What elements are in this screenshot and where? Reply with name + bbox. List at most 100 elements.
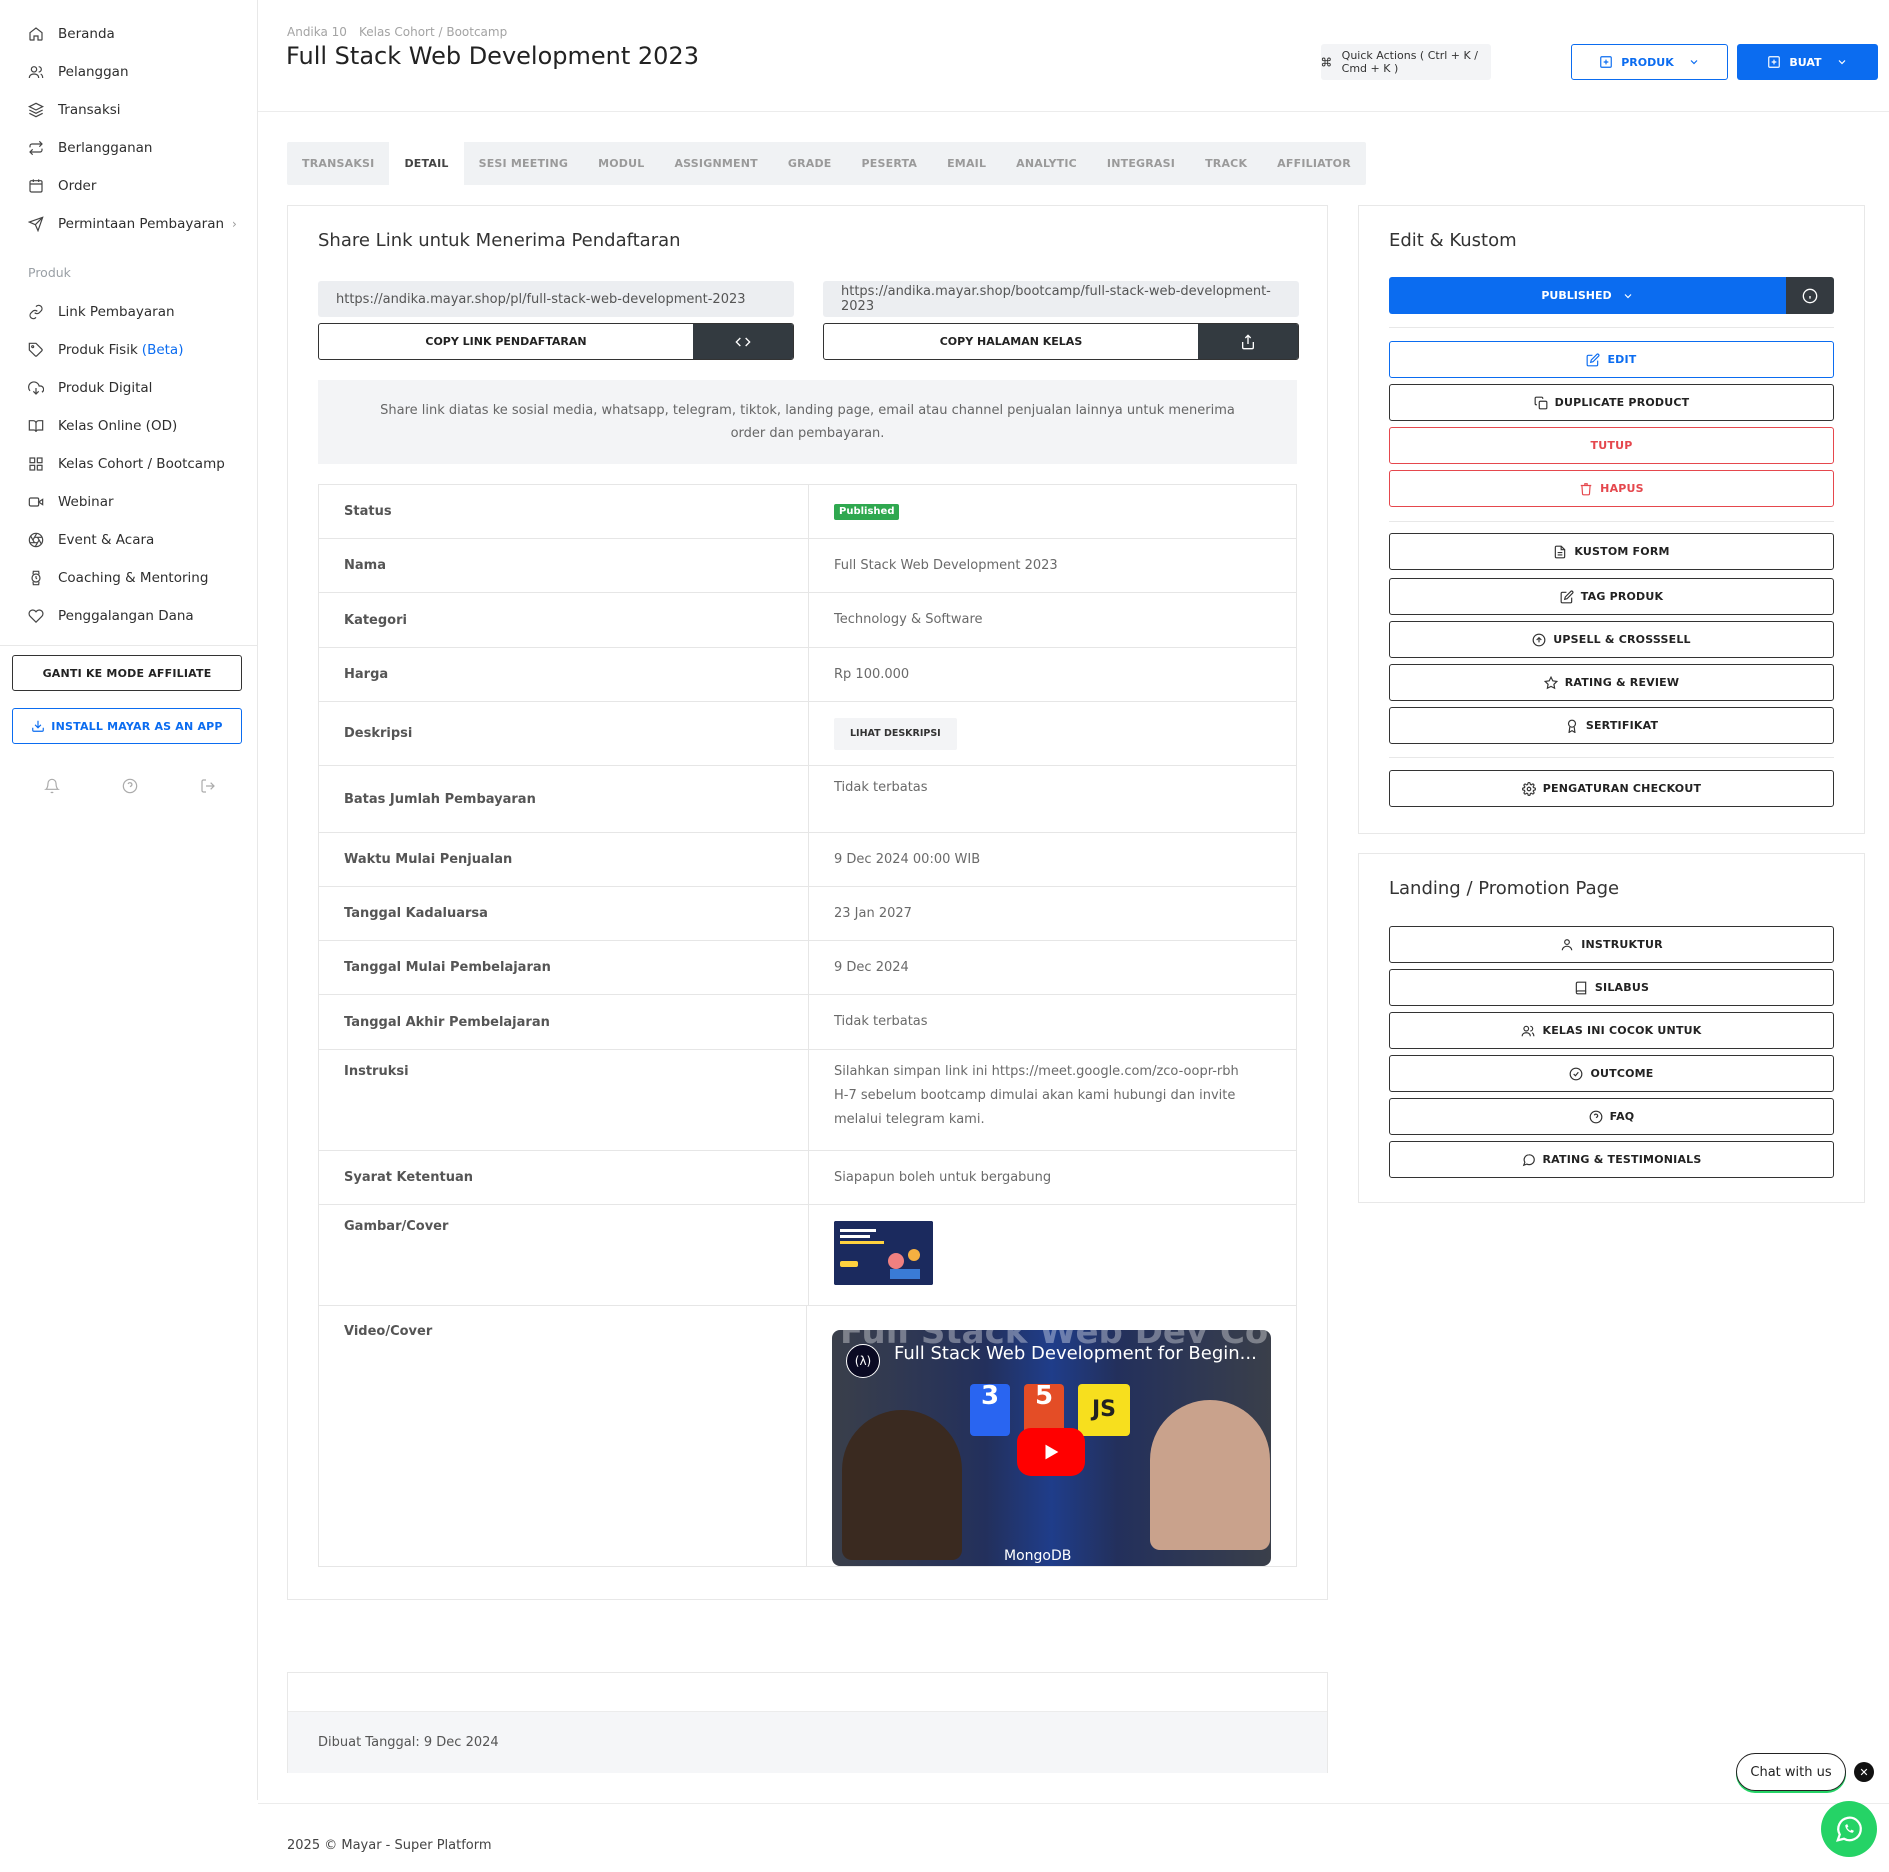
tab-modul[interactable]: MODUL [583,142,659,185]
bell-icon[interactable] [44,778,60,794]
pengaturan-checkout-button[interactable]: PENGATURAN CHECKOUT [1389,770,1834,807]
chat-with-us-button[interactable]: Chat with us [1736,1753,1846,1791]
silabus-button[interactable]: SILABUS [1389,969,1834,1006]
sidebar-item-kelas-online[interactable]: Kelas Online (OD) [28,414,177,438]
faq-button[interactable]: FAQ [1389,1098,1834,1135]
duplicate-product-button[interactable]: DUPLICATE PRODUCT [1389,384,1834,421]
tab-affiliator[interactable]: AFFILIATOR [1262,142,1366,185]
arrow-up-circle-icon [1532,633,1546,646]
breadcrumb-item[interactable]: Kelas Cohort / Bootcamp [359,25,507,39]
outcome-button[interactable]: OUTCOME [1389,1055,1834,1092]
produk-dropdown-button[interactable]: PRODUK [1571,44,1728,80]
link-icon [29,304,43,320]
home-icon [29,27,43,41]
sidebar-item-coaching[interactable]: Coaching & Mentoring [28,566,208,590]
sidebar-item-kelas-cohort[interactable]: Kelas Cohort / Bootcamp [28,452,225,476]
copy-registration-link-button[interactable]: COPY LINK PENDAFTARAN [319,324,693,359]
page-header: Andika 10 Kelas Cohort / Bootcamp Full St… [258,0,1889,112]
registration-link-field[interactable]: https://andika.mayar.shop/pl/full-stack-… [318,281,794,317]
view-description-button[interactable]: LIHAT DESKRIPSI [834,717,957,750]
rating-review-button[interactable]: RATING & REVIEW [1389,664,1834,701]
close-icon[interactable]: ✕ [1854,1762,1874,1782]
row-value: Full Stack Web Development 2023 [834,557,1058,573]
chevron-right-icon: › [232,217,237,231]
sidebar-item-berlangganan[interactable]: Berlangganan [28,136,153,160]
logout-icon[interactable] [200,778,216,794]
tab-assignment[interactable]: ASSIGNMENT [659,142,772,185]
row-label: Batas Jumlah Pembayaran [319,766,809,832]
tag-icon [28,342,43,357]
row-value: Siapapun boleh untuk bergabung [834,1169,1052,1185]
sidebar-item-pelanggan[interactable]: Pelanggan [28,60,129,84]
tab-sesi-meeting[interactable]: SESI MEETING [464,142,584,185]
kustom-form-button[interactable]: KUSTOM FORM [1389,533,1834,570]
aperture-icon [28,532,44,548]
share-button[interactable] [1198,324,1298,359]
quick-actions-button[interactable]: Quick Actions ( Ctrl + K / Cmd + K ) [1321,44,1491,80]
publish-info-button[interactable] [1786,277,1834,314]
tab-detail[interactable]: DETAIL [389,142,464,185]
hapus-button[interactable]: HAPUS [1389,470,1834,507]
share-info-text: Share link diatas ke sosial media, whats… [318,380,1297,464]
divider [1389,327,1834,328]
sidebar-item-label: Webinar [58,494,114,510]
video-player[interactable]: Full Stack Web Dev Course 3 5 JS MongoDB… [832,1330,1271,1566]
row-value: Tidak terbatas [834,1014,928,1029]
sidebar-item-label: Permintaan Pembayaran [58,216,225,232]
sidebar-item-link-pembayaran[interactable]: Link Pembayaran [28,300,175,324]
row-label: Deskripsi [319,702,809,765]
help-circle-icon[interactable] [122,778,138,794]
tab-analytic[interactable]: ANALYTIC [1001,142,1092,185]
row-label: Status [319,485,809,538]
tab-integrasi[interactable]: INTEGRASI [1092,142,1190,185]
sidebar-item-produk-fisik[interactable]: Produk Fisik (Beta) [28,338,183,362]
tag-produk-button[interactable]: TAG PRODUK [1389,578,1834,615]
rating-testimonials-button[interactable]: RATING & TESTIMONIALS [1389,1141,1834,1178]
install-app-label: INSTALL MAYAR AS AN APP [51,719,223,733]
divider [1389,521,1834,522]
tab-transaksi[interactable]: TRANSAKSI [287,142,389,185]
edit-button[interactable]: EDIT [1389,341,1834,378]
chevron-down-icon [1690,60,1698,65]
sidebar-item-produk-digital[interactable]: Produk Digital [28,376,152,400]
breadcrumb-item[interactable]: Andika 10 [287,25,347,39]
published-dropdown-button[interactable]: PUBLISHED [1389,277,1786,314]
sertifikat-button[interactable]: SERTIFIKAT [1389,707,1834,744]
edit-icon [1560,590,1574,603]
kelas-cocok-button[interactable]: KELAS INI COCOK UNTUK [1389,1012,1834,1049]
beta-badge: (Beta) [141,342,184,358]
tab-track[interactable]: TRACK [1190,142,1262,185]
table-row: Harga Rp 100.000 [319,648,1296,702]
created-date-card: Dibuat Tanggal: 9 Dec 2024 [287,1672,1328,1773]
whatsapp-button[interactable] [1821,1801,1877,1857]
sidebar-item-label: Penggalangan Dana [58,608,194,624]
js-logo: JS [1078,1384,1130,1436]
instruktur-button[interactable]: INSTRUKTUR [1389,926,1834,963]
upsell-crosssell-button[interactable]: UPSELL & CROSSSELL [1389,621,1834,658]
sidebar-item-order[interactable]: Order [28,174,96,198]
css-logo: 3 [970,1383,1010,1436]
buat-dropdown-button[interactable]: BUAT [1737,44,1878,80]
class-page-link-field[interactable]: https://andika.mayar.shop/bootcamp/full-… [823,281,1299,317]
sidebar-item-beranda[interactable]: Beranda [28,22,115,46]
sidebar-item-penggalangan-dana[interactable]: Penggalangan Dana [28,604,194,628]
play-button[interactable] [1017,1428,1085,1476]
sidebar-item-label: Produk Digital [58,380,153,396]
sidebar-item-transaksi[interactable]: Transaksi [28,98,121,122]
instruktur-label: INSTRUKTUR [1581,938,1663,951]
tutup-button[interactable]: TUTUP [1389,427,1834,464]
sidebar-item-event-acara[interactable]: Event & Acara [28,528,154,552]
sidebar-item-permintaan-pembayaran[interactable]: Permintaan Pembayaran › [28,212,237,236]
tab-email[interactable]: EMAIL [932,142,1001,185]
copy-class-page-button[interactable]: COPY HALAMAN KELAS [824,324,1198,359]
row-label: Gambar/Cover [319,1205,809,1305]
divider [1389,757,1834,758]
embed-code-button[interactable] [693,324,793,359]
install-app-button[interactable]: INSTALL MAYAR AS AN APP [12,708,242,744]
sidebar-item-webinar[interactable]: Webinar [28,490,114,514]
cover-image[interactable] [834,1221,933,1285]
tab-peserta[interactable]: PESERTA [847,142,933,185]
tab-grade[interactable]: GRADE [773,142,847,185]
table-row: Waktu Mulai Penjualan 9 Dec 2024 00:00 W… [319,833,1296,887]
switch-affiliate-button[interactable]: GANTI KE MODE AFFILIATE [12,655,242,691]
